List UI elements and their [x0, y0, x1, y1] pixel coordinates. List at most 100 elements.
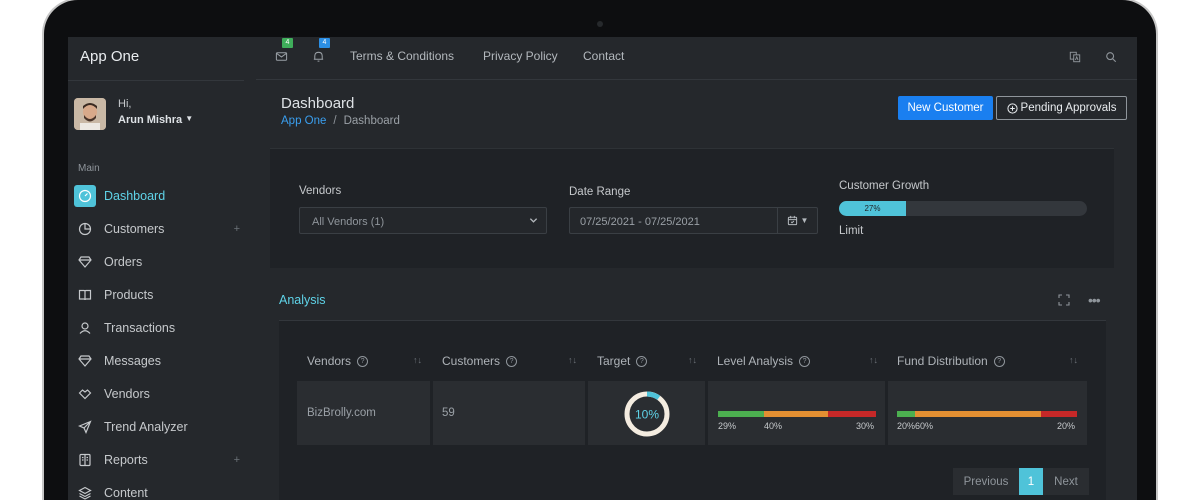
- expand-plus-icon[interactable]: +: [234, 454, 240, 466]
- sort-icon[interactable]: ↑↓: [413, 355, 422, 365]
- level-analysis-label-3: 30%: [856, 421, 875, 431]
- handshake-icon: [74, 383, 96, 405]
- date-range-input[interactable]: 07/25/2021 - 07/25/2021: [569, 207, 777, 234]
- more-options-icon[interactable]: •••: [1088, 292, 1101, 308]
- mail-button[interactable]: 4: [275, 38, 293, 66]
- pagination-page-1[interactable]: 1: [1019, 468, 1043, 495]
- mail-icon: [275, 52, 288, 61]
- new-customer-button[interactable]: New Customer: [898, 96, 993, 120]
- sidebar-item-label: Content: [104, 486, 148, 500]
- dashboard-gauge-icon: [74, 185, 96, 207]
- chevron-down-icon: [529, 216, 538, 227]
- sidebar-item-label: Customers: [104, 222, 165, 236]
- sidebar-item-label: Trend Analyzer: [104, 420, 188, 434]
- pagination-previous[interactable]: Previous: [953, 468, 1019, 495]
- vendors-select[interactable]: All Vendors (1): [299, 207, 547, 234]
- sort-icon[interactable]: ↑↓: [869, 355, 878, 365]
- mail-badge: 4: [282, 38, 293, 48]
- fund-distribution-segment-1: [897, 411, 915, 417]
- column-header-level-analysis[interactable]: Level Analysis?: [717, 354, 811, 368]
- breadcrumb-separator: /: [333, 115, 337, 127]
- sidebar-item-customers[interactable]: Customers +: [74, 218, 244, 240]
- column-header-label: Target: [597, 354, 631, 368]
- avatar[interactable]: [74, 98, 106, 130]
- breadcrumb-current: Dashboard: [343, 115, 400, 127]
- date-picker-button[interactable]: ▼: [777, 207, 818, 234]
- terms-link[interactable]: Terms & Conditions: [350, 49, 454, 63]
- notifications-badge: 4: [319, 38, 330, 48]
- sort-icon[interactable]: ↑↓: [688, 355, 697, 365]
- sidebar-item-content[interactable]: Content: [74, 482, 244, 500]
- info-icon: ?: [636, 355, 648, 367]
- level-analysis-segment-1: [718, 411, 764, 417]
- search-button[interactable]: [1105, 50, 1121, 66]
- customers-count: 59: [442, 407, 455, 419]
- sort-icon[interactable]: ↑↓: [568, 355, 577, 365]
- sidebar-item-messages[interactable]: Messages: [74, 350, 244, 372]
- fund-distribution-label-2: 60%: [915, 421, 934, 431]
- translate-icon: [1069, 51, 1081, 63]
- vendors-label: Vendors: [299, 185, 342, 197]
- translate-button[interactable]: [1069, 50, 1085, 66]
- pending-approvals-label: Pending Approvals: [1020, 102, 1117, 114]
- sidebar-item-orders[interactable]: Orders: [74, 251, 244, 273]
- user-name: Arun Mishra: [118, 114, 183, 126]
- column-header-target[interactable]: Target?: [597, 354, 648, 368]
- sidebar-item-label: Vendors: [104, 387, 150, 401]
- layers-icon: [74, 482, 96, 500]
- camera-dot: [597, 21, 603, 27]
- contact-link[interactable]: Contact: [583, 49, 624, 63]
- diamond-icon: [74, 350, 96, 372]
- calendar-icon: [787, 215, 797, 226]
- book-open-icon: [74, 449, 96, 471]
- date-range-label: Date Range: [569, 186, 631, 198]
- plus-circle-icon: [1006, 102, 1018, 114]
- customer-growth-fill: 27%: [839, 201, 906, 216]
- level-analysis-label-2: 40%: [764, 421, 783, 431]
- customer-growth-progress: 27%: [839, 201, 1087, 216]
- bell-icon: [313, 51, 324, 62]
- sidebar-item-products[interactable]: Products: [74, 284, 244, 306]
- table-cell-customers: [433, 381, 585, 445]
- expand-icon: [1058, 294, 1070, 306]
- column-header-vendors[interactable]: Vendors?: [307, 354, 369, 368]
- sidebar-item-vendors[interactable]: Vendors: [74, 383, 244, 405]
- sort-icon[interactable]: ↑↓: [1069, 355, 1078, 365]
- app-brand[interactable]: App One: [80, 48, 139, 65]
- column-header-label: Vendors: [307, 354, 352, 368]
- sidebar-item-label: Products: [104, 288, 154, 302]
- column-header-label: Level Analysis: [717, 354, 794, 368]
- brand-divider: [68, 80, 244, 81]
- search-icon: [1106, 52, 1117, 63]
- user-menu[interactable]: Arun Mishra ▼: [118, 114, 193, 126]
- topbar: 4 4 Terms & Conditions Privacy Policy Co…: [256, 37, 1137, 80]
- info-icon: ?: [506, 355, 518, 367]
- info-icon: ?: [799, 355, 811, 367]
- info-icon: ?: [993, 355, 1005, 367]
- breadcrumb-app-link[interactable]: App One: [281, 115, 326, 127]
- fund-distribution-segment-2: [915, 411, 1041, 417]
- expand-plus-icon[interactable]: +: [234, 223, 240, 235]
- sidebar-item-dashboard[interactable]: Dashboard: [74, 185, 244, 207]
- vendor-name[interactable]: BizBrolly.com: [307, 407, 376, 419]
- sidebar-item-transactions[interactable]: Transactions: [74, 317, 244, 339]
- sidebar-item-reports[interactable]: Reports +: [74, 449, 244, 471]
- fullscreen-button[interactable]: [1058, 294, 1070, 309]
- sidebar: App One Hi, Arun Mishra▼ Main Dashboard: [68, 37, 256, 500]
- pending-approvals-button[interactable]: Pending Approvals: [996, 96, 1127, 120]
- notifications-button[interactable]: 4: [312, 38, 330, 66]
- book-icon: [74, 284, 96, 306]
- pagination-next[interactable]: Next: [1043, 468, 1089, 495]
- sidebar-item-label: Transactions: [104, 321, 176, 335]
- sidebar-item-label: Dashboard: [104, 189, 166, 203]
- caret-down-icon: ▼: [800, 216, 809, 225]
- column-header-fund-distribution[interactable]: Fund Distribution?: [897, 354, 1005, 368]
- sidebar-item-trend-analyzer[interactable]: Trend Analyzer: [74, 416, 244, 438]
- privacy-link[interactable]: Privacy Policy: [483, 49, 558, 63]
- page-title: Dashboard: [281, 95, 355, 112]
- greeting: Hi,: [118, 98, 132, 110]
- sidebar-item-label: Reports: [104, 453, 148, 467]
- column-header-label: Customers: [442, 354, 501, 368]
- column-header-label: Fund Distribution: [897, 354, 988, 368]
- column-header-customers[interactable]: Customers?: [442, 354, 518, 368]
